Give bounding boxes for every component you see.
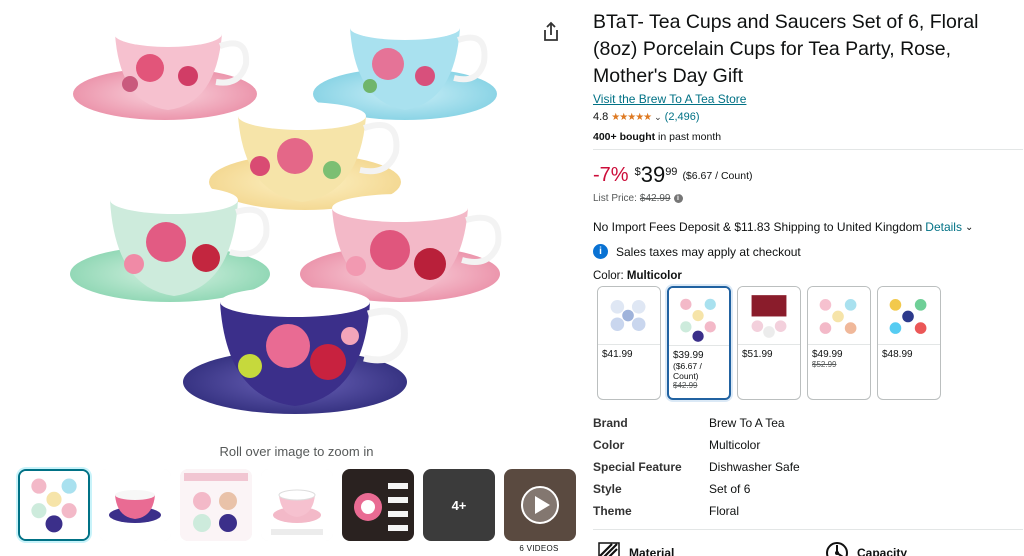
rating-row: 4.8 ★★★★★ ⌄ (2,496) [593, 111, 700, 123]
shipping-details-link[interactable]: Details [925, 220, 962, 234]
main-product-image[interactable] [70, 6, 520, 434]
swatch-price: $41.99 [602, 349, 633, 360]
swatch-price: $39.99 [673, 350, 704, 361]
color-selector-label: Color: Multicolor [593, 270, 682, 282]
videos-count-label: 6 VIDEOS [519, 544, 559, 553]
color-value: Multicolor [626, 270, 682, 282]
color-label: Color: [593, 270, 624, 282]
bought-in-past-month: 400+ bought in past month [593, 131, 721, 143]
feature-label: Material [629, 546, 675, 556]
swatch-unit-price: ($6.67 / Count) [673, 361, 702, 381]
spec-key: Special Feature [593, 460, 682, 474]
swatch-price: $49.99 [812, 349, 843, 360]
dark-infographic-thumb[interactable] [342, 469, 414, 541]
info-icon[interactable]: i [673, 194, 683, 203]
rating-count-link[interactable]: (2,496) [665, 111, 700, 123]
swatch-price: $48.99 [882, 349, 913, 360]
tax-notice: i Sales taxes may apply at checkout [593, 244, 801, 259]
discount-percent: -7% [593, 164, 629, 186]
shipping-info: No Import Fees Deposit & $11.83 Shipping… [593, 220, 973, 234]
capacity-feature: Capacity [825, 541, 907, 556]
spec-key: Style [593, 482, 622, 496]
zoom-hint: Roll over image to zoom in [219, 444, 374, 459]
swatch-image [598, 287, 660, 345]
star-rating-icon[interactable]: ★★★★★ [611, 112, 652, 123]
swatch-list-price: $52.99 [812, 360, 837, 369]
list-price-value: $42.99 [639, 193, 671, 204]
teacup-set-thumb[interactable] [18, 469, 90, 541]
chevron-down-icon[interactable]: ⌄ [965, 222, 973, 233]
spec-value: Floral [709, 504, 740, 518]
swatch-image [669, 288, 729, 346]
color-swatch-option[interactable]: $49.99 $52.99 [807, 286, 871, 400]
video-play-thumb[interactable] [504, 469, 576, 541]
spec-value: Set of 6 [709, 482, 751, 496]
teacup-gift-thumb[interactable] [261, 469, 333, 541]
color-swatch-option-selected[interactable]: $39.99 ($6.67 / Count) $42.99 [667, 286, 731, 400]
shipping-text: No Import Fees Deposit & $11.83 Shipping… [593, 220, 923, 234]
material-icon [598, 542, 620, 556]
swatch-image [738, 287, 800, 345]
color-swatch-option[interactable]: $41.99 [597, 286, 661, 400]
spec-key: Brand [593, 416, 628, 430]
spec-key: Color [593, 438, 625, 452]
teacup-set-illustration [70, 16, 502, 414]
infographic-thumb[interactable] [180, 469, 252, 541]
price-fraction: 99 [665, 166, 678, 178]
spec-key: Theme [593, 504, 632, 518]
more-images-thumb[interactable]: 4+ [423, 469, 495, 541]
spec-value: Dishwasher Safe [709, 460, 800, 474]
feature-label: Capacity [857, 546, 908, 556]
info-circle-icon: i [593, 244, 608, 259]
spec-value: Multicolor [709, 438, 761, 452]
list-price-label: List Price: [593, 193, 637, 204]
material-feature: Material [597, 541, 674, 556]
unit-price: ($6.67 / Count) [682, 170, 753, 182]
tax-text: Sales taxes may apply at checkout [616, 244, 801, 259]
more-images-label: 4+ [451, 497, 467, 513]
swatch-image [808, 287, 870, 345]
color-swatch-option[interactable]: $51.99 [737, 286, 801, 400]
bought-count: 400+ bought [593, 131, 656, 143]
product-title: BTaT- Tea Cups and Saucers Set of 6, Flo… [593, 11, 979, 87]
price-block: -7% $ 39 99 ($6.67 / Count) [593, 162, 752, 188]
color-swatch-option[interactable]: $48.99 [877, 286, 941, 400]
list-price: List Price: $42.99 i [593, 193, 683, 204]
divider [593, 529, 1023, 530]
store-link[interactable]: Visit the Brew To A Tea Store [593, 92, 746, 106]
chevron-down-icon[interactable]: ⌄ [654, 112, 662, 123]
swatch-list-price: $42.99 [673, 381, 698, 390]
single-teacup-thumb[interactable] [99, 469, 171, 541]
bought-suffix: in past month [655, 131, 722, 143]
divider [593, 149, 1023, 150]
spec-value: Brew To A Tea [709, 416, 785, 430]
price-whole: 39 [640, 162, 666, 187]
swatch-image [878, 287, 940, 345]
rating-value: 4.8 [593, 111, 609, 123]
capacity-icon [826, 542, 848, 556]
share-icon[interactable] [540, 20, 562, 44]
swatch-price: $51.99 [742, 349, 773, 360]
